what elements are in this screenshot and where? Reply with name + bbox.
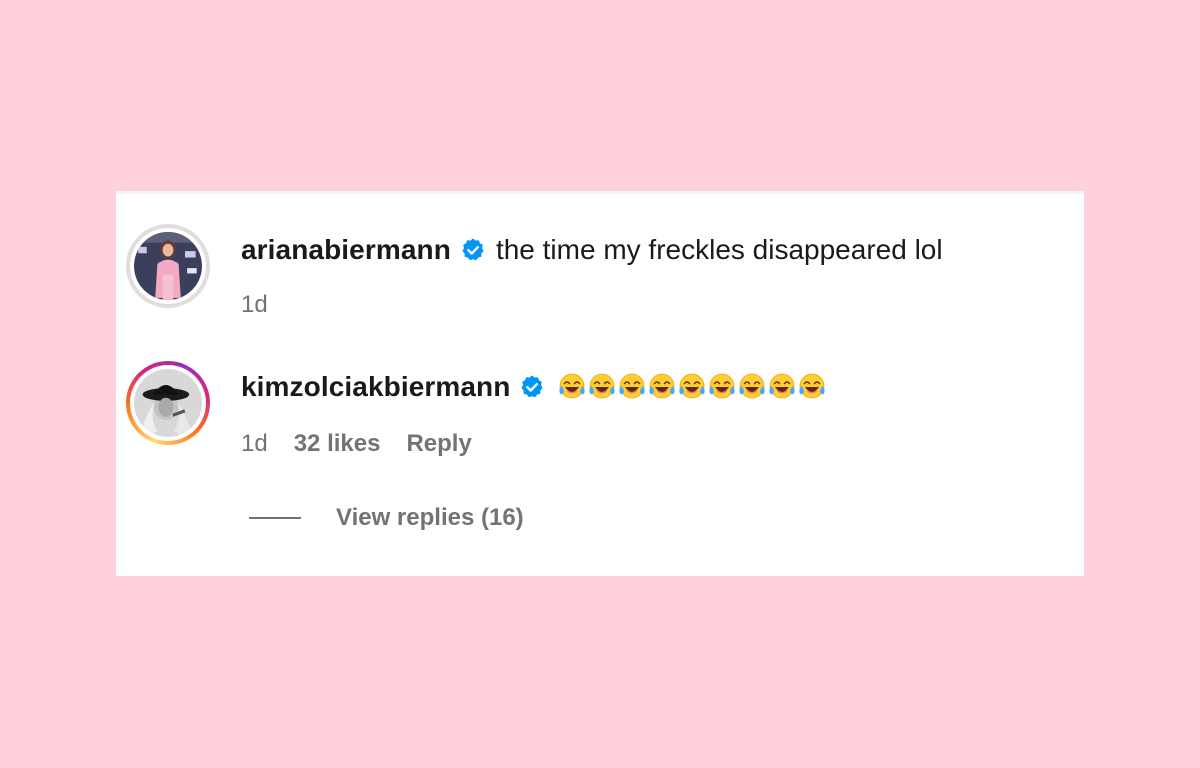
- comment-username[interactable]: kimzolciakbiermann: [241, 371, 510, 403]
- likes-count[interactable]: 32 likes: [294, 430, 381, 458]
- face-with-tears-of-joy-icon: [617, 372, 647, 402]
- comments-panel: arianabiermann the time my freckles disa…: [116, 191, 1084, 576]
- face-with-tears-of-joy-icon: [647, 372, 677, 402]
- face-with-tears-of-joy-icon: [677, 372, 707, 402]
- avatar-kimzolciakbiermann[interactable]: [126, 361, 210, 445]
- view-replies-button[interactable]: View replies (16): [249, 504, 524, 532]
- comment-text-line: kimzolciakbiermann: [241, 371, 827, 403]
- profile-photo: [134, 369, 202, 437]
- comment-text-line: arianabiermann the time my freckles disa…: [241, 234, 943, 266]
- comment-username[interactable]: arianabiermann: [241, 234, 451, 266]
- view-replies-label: View replies (16): [336, 504, 524, 531]
- face-with-tears-of-joy-icon: [737, 372, 767, 402]
- emoji-reaction-row: [557, 372, 827, 402]
- comment-timestamp: 1d: [241, 291, 268, 318]
- face-with-tears-of-joy-icon: [797, 372, 827, 402]
- verified-badge-icon: [519, 374, 545, 400]
- verified-badge-icon: [460, 237, 486, 263]
- face-with-tears-of-joy-icon: [767, 372, 797, 402]
- face-with-tears-of-joy-icon: [557, 372, 587, 402]
- face-with-tears-of-joy-icon: [587, 372, 617, 402]
- comment-meta: 1d 32 likes Reply: [241, 430, 472, 458]
- reply-button[interactable]: Reply: [406, 430, 471, 458]
- comment-body: the time my freckles disappeared lol: [495, 234, 943, 265]
- comment-timestamp: 1d: [241, 430, 268, 457]
- face-with-tears-of-joy-icon: [707, 372, 737, 402]
- avatar-arianabiermann[interactable]: [126, 224, 210, 308]
- comment-meta: 1d: [241, 291, 268, 319]
- profile-photo: [134, 232, 202, 300]
- replies-divider-line: [249, 517, 301, 519]
